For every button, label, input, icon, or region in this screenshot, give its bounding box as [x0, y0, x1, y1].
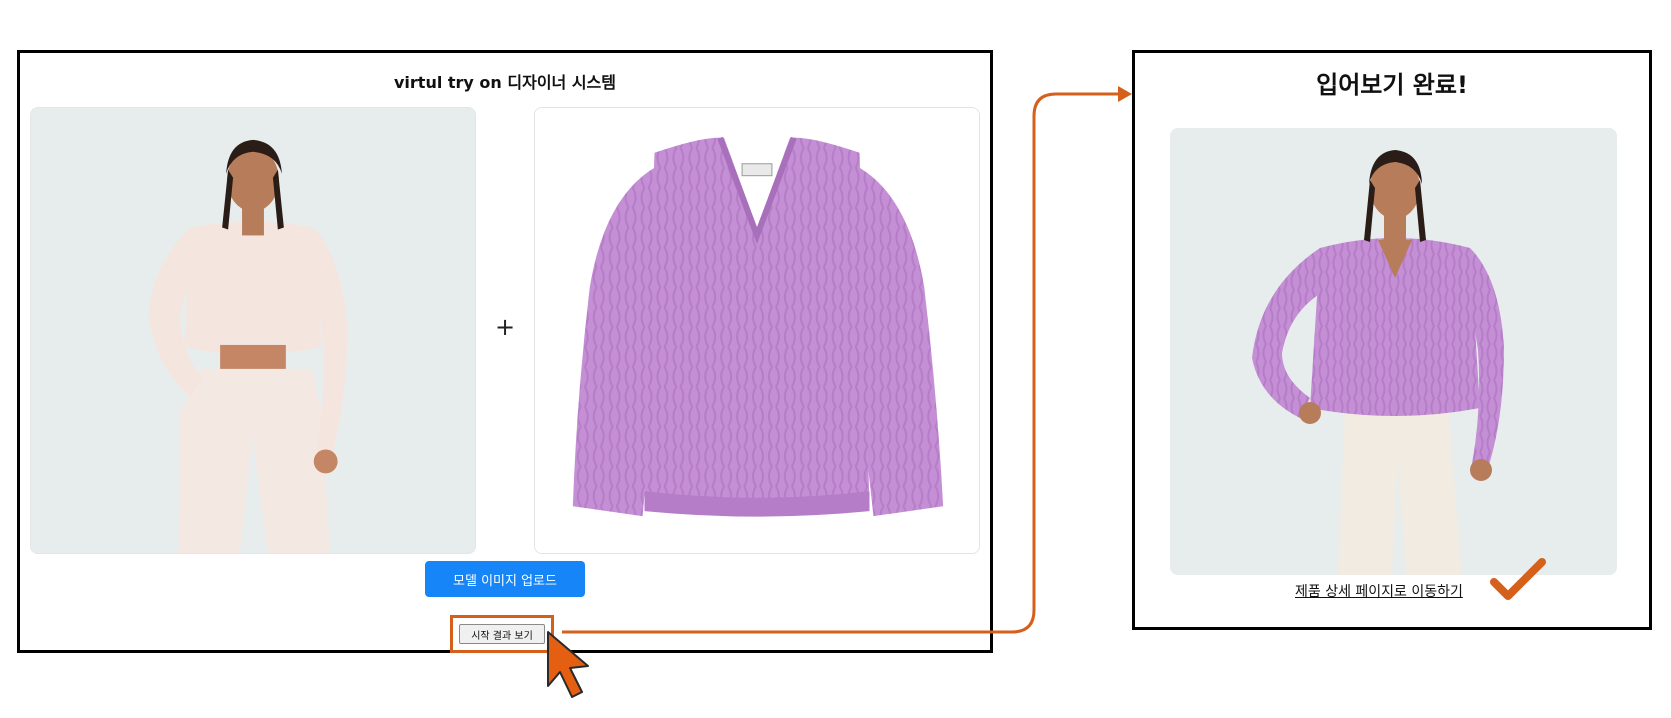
- upload-model-image-button[interactable]: 모델 이미지 업로드: [425, 561, 585, 597]
- product-detail-link[interactable]: 제품 상세 페이지로 이동하기: [1295, 581, 1463, 601]
- plus-sign: +: [494, 313, 516, 341]
- app-title: virtul try on 디자이너 시스템: [393, 73, 616, 92]
- checkmark-icon: [1490, 558, 1546, 600]
- result-image: [1170, 128, 1617, 575]
- result-photo: [1170, 128, 1617, 575]
- try-on-panel: virtul try on 디자이너 시스템 + 모델 이미지 업로드 시작 결…: [17, 50, 993, 653]
- sweater-photo: [535, 108, 979, 553]
- start-button-highlight: 시작 결과 보기: [450, 615, 554, 653]
- start-view-result-button[interactable]: 시작 결과 보기: [459, 624, 545, 644]
- model-image[interactable]: [30, 107, 476, 554]
- result-panel: 입어보기 완료! 제품 상세 페이지로 이동하기: [1132, 50, 1652, 630]
- flow-arrow-head: [1118, 86, 1132, 102]
- garment-image[interactable]: [534, 107, 980, 554]
- result-title: 입어보기 완료!: [1316, 71, 1468, 99]
- model-photo: [31, 108, 475, 553]
